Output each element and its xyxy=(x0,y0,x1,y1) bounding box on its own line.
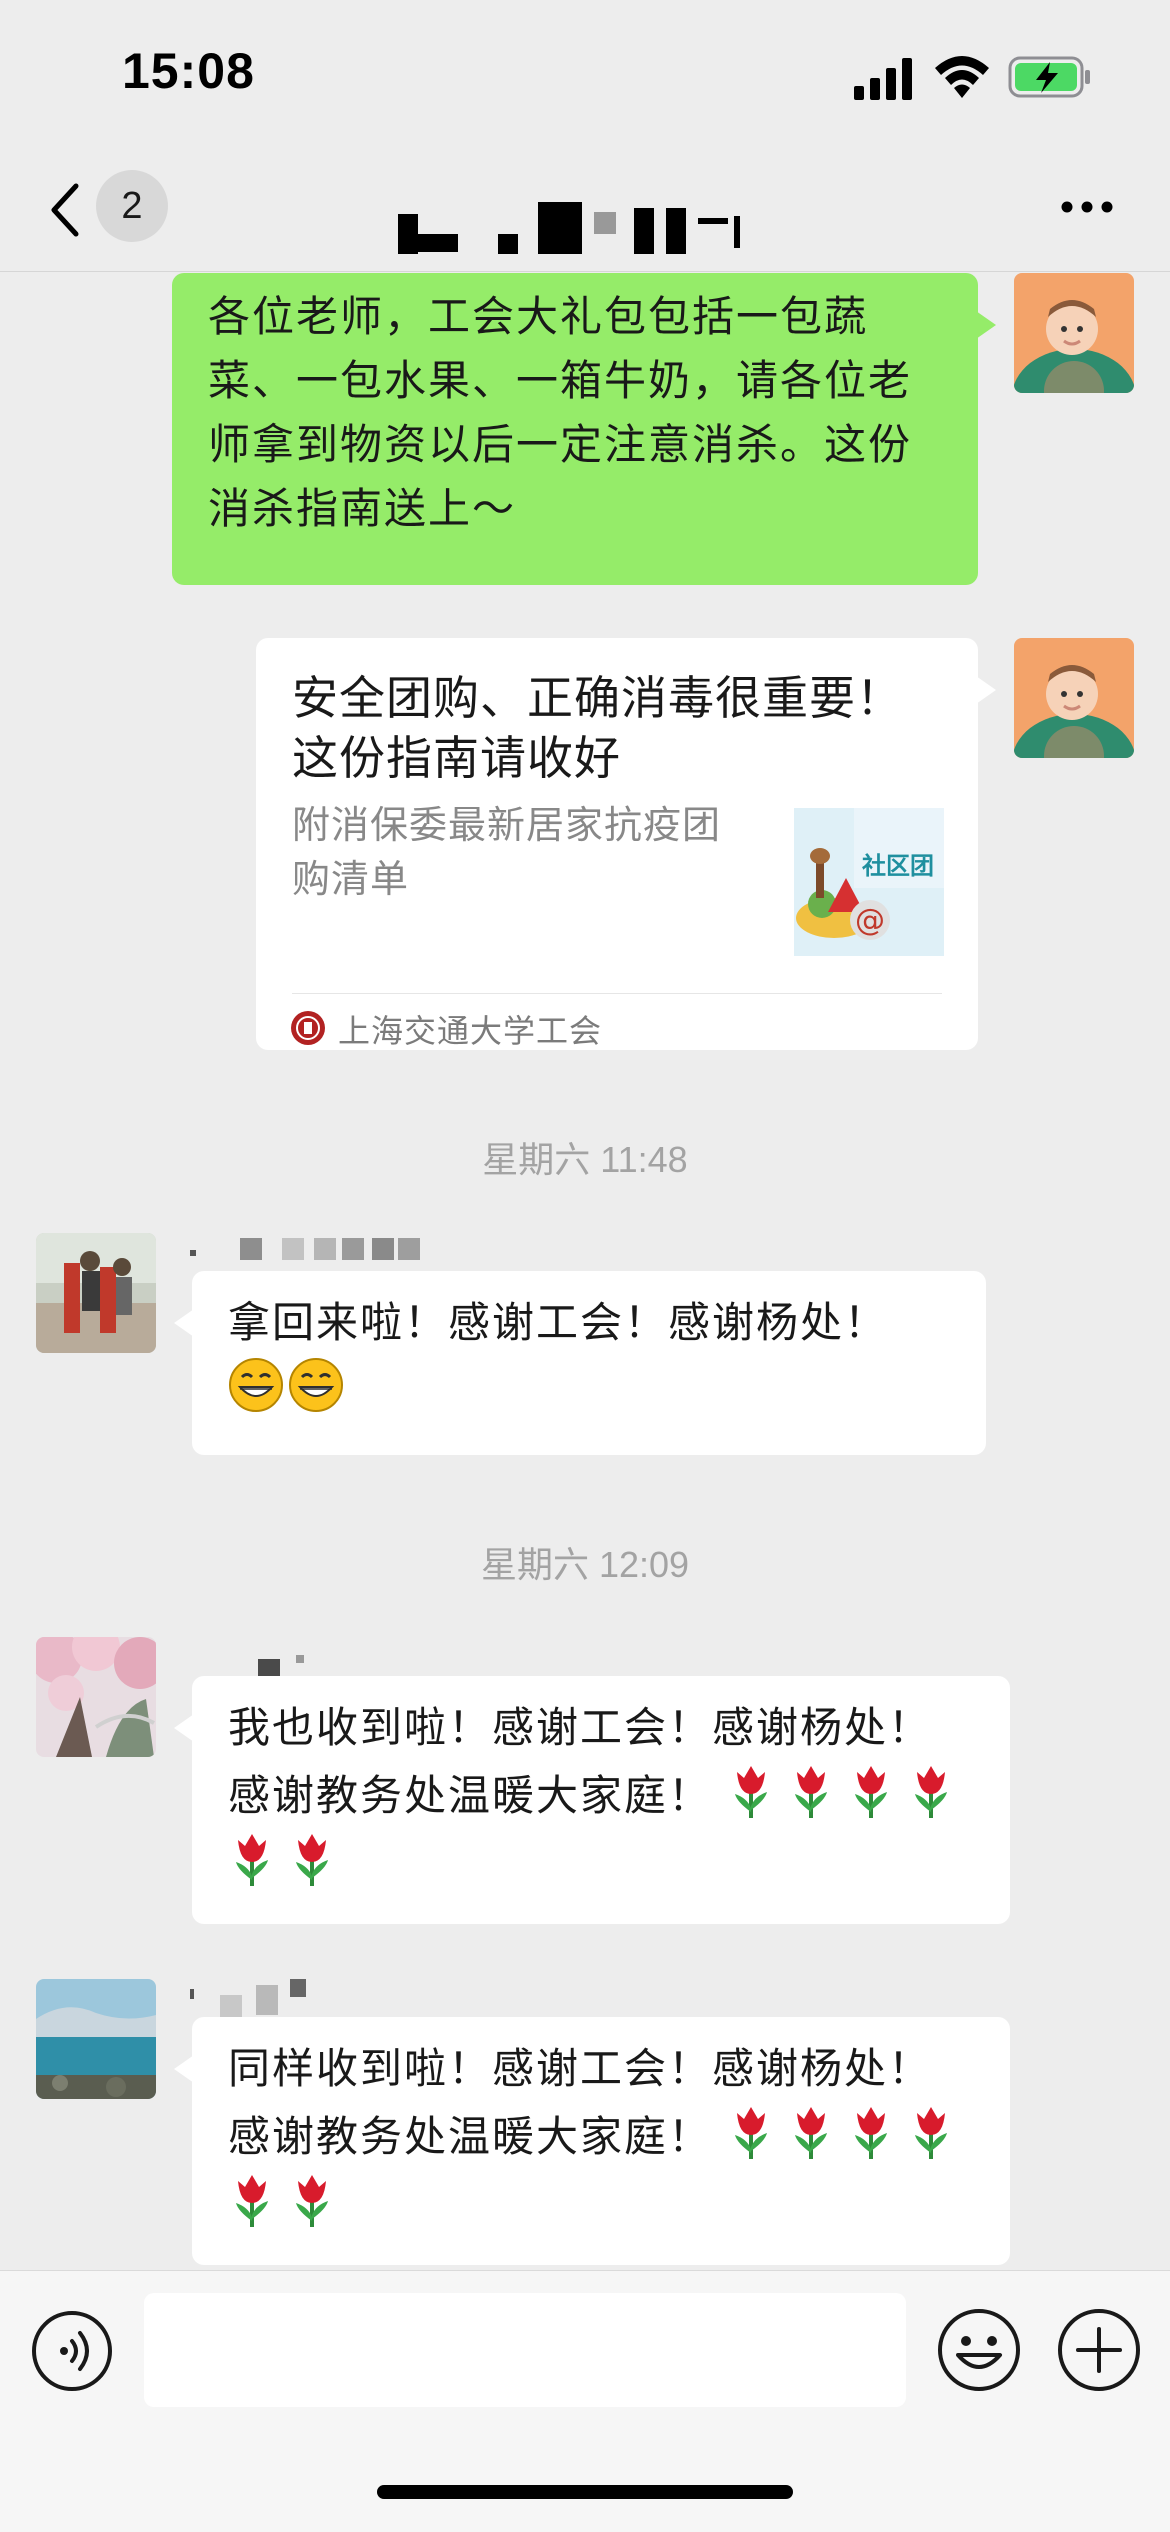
message-bubble-other[interactable]: 我也收到啦！感谢工会！感谢杨处！感谢教务处温暖大家庭！ xyxy=(174,1676,1010,1924)
chat-title-redacted xyxy=(398,192,768,254)
cellular-signal-icon xyxy=(854,58,912,100)
article-thumbnail: 社区团 @ xyxy=(794,808,944,956)
article-divider xyxy=(292,993,942,994)
article-title: 安全团购、正确消毒很重要！这份指南请收好 xyxy=(292,671,903,785)
more-dots-icon[interactable] xyxy=(1060,200,1114,214)
article-card-content[interactable]: 安全团购、正确消毒很重要！这份指南请收好 附消保委最新居家抗疫团购清单 社区团 … xyxy=(256,638,978,1050)
voice-icon[interactable] xyxy=(30,2309,114,2393)
self-avatar[interactable] xyxy=(1014,273,1134,393)
message-text: 各位老师，工会大礼包包括一包蔬菜、一包水果、一箱牛奶，请各位老师拿到物资以后一定… xyxy=(208,292,913,533)
sjtu-union-logo-icon xyxy=(291,1011,325,1045)
unread-count-badge[interactable]: 2 xyxy=(96,170,168,242)
timestamp: 星期六 11:48 xyxy=(482,1139,688,1180)
battery-charging-icon xyxy=(1008,56,1090,98)
sender-name-redacted xyxy=(190,1238,430,1264)
plus-icon[interactable] xyxy=(1056,2307,1142,2393)
message-input[interactable] xyxy=(144,2293,906,2407)
home-indicator[interactable] xyxy=(377,2485,793,2499)
status-time: 15:08 xyxy=(122,43,255,99)
sender-name-redacted xyxy=(190,1979,330,2017)
self-avatar[interactable] xyxy=(1014,638,1134,758)
svg-text:社区团: 社区团 xyxy=(862,852,934,880)
nav-bar: 2 xyxy=(0,150,1170,272)
smiley-icon[interactable] xyxy=(936,2307,1022,2393)
grinning-face-emoji-icon xyxy=(228,1358,348,1412)
sender-avatar[interactable] xyxy=(36,1233,156,1353)
wifi-icon xyxy=(935,56,989,98)
status-bar: 15:08 xyxy=(0,0,1170,150)
chat-area[interactable]: 各位老师，工会大礼包包括一包蔬菜、一包水果、一箱牛奶，请各位老师拿到物资以后一定… xyxy=(0,273,1170,2270)
message-bubble-other[interactable]: 同样收到啦！感谢工会！感谢杨处！感谢教务处温暖大家庭！ xyxy=(174,2017,1010,2265)
sender-avatar[interactable] xyxy=(36,1637,156,1757)
message-bubble-self[interactable]: 各位老师，工会大礼包包括一包蔬菜、一包水果、一箱牛奶，请各位老师拿到物资以后一定… xyxy=(172,273,996,585)
article-description: 附消保委最新居家抗疫团购清单 xyxy=(292,803,722,901)
timestamp: 星期六 12:09 xyxy=(480,1544,690,1585)
input-bar xyxy=(0,2270,1170,2532)
message-text: 拿回来啦！感谢工会！感谢杨处！ xyxy=(228,1298,889,1347)
sender-avatar[interactable] xyxy=(36,1979,156,2099)
article-source: 上海交通大学工会 xyxy=(338,1012,603,1050)
message-bubble-other[interactable]: 拿回来啦！感谢工会！感谢杨处！ xyxy=(174,1271,986,1455)
chevron-left-icon[interactable] xyxy=(46,180,86,240)
svg-text:@: @ xyxy=(855,903,885,938)
